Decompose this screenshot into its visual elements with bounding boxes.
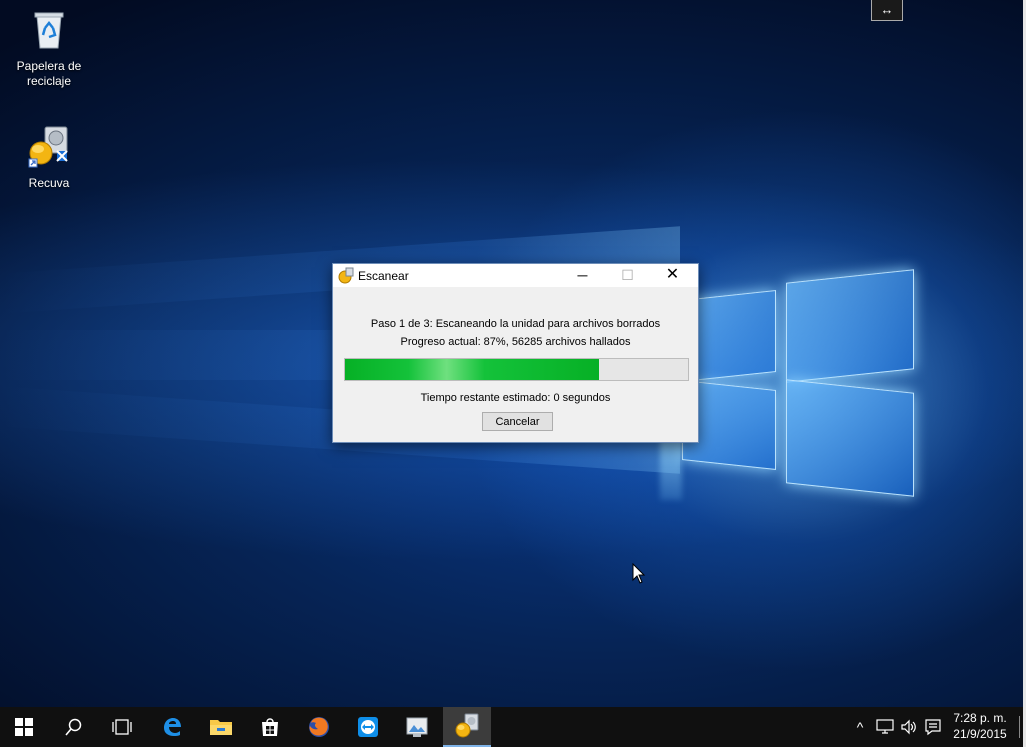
task-view-button[interactable] — [98, 707, 146, 747]
show-desktop-divider — [1018, 716, 1020, 738]
taskbar-teamviewer[interactable] — [344, 707, 392, 747]
desktop-icon-label: Recuva — [28, 176, 70, 190]
search-button[interactable] — [50, 707, 98, 747]
logo-pane-top-right — [786, 269, 914, 383]
desktop-icon-label: Papelera de reciclaje — [16, 59, 82, 88]
cancel-button[interactable]: Cancelar — [482, 412, 553, 431]
logo-pane-bottom-right — [786, 379, 914, 497]
start-button[interactable] — [0, 707, 48, 747]
image-viewer-icon — [406, 717, 428, 737]
volume-icon — [901, 719, 916, 735]
dialog-titlebar[interactable]: Escanear ─ ☐ ✕ — [333, 264, 698, 287]
show-desktop-button[interactable] — [1016, 707, 1022, 747]
taskbar-file-explorer[interactable] — [197, 707, 245, 747]
network-icon — [876, 719, 894, 734]
mouse-cursor-icon — [632, 563, 646, 584]
scan-dialog: Escanear ─ ☐ ✕ Paso 1 de 3: Escaneando l… — [332, 263, 699, 443]
teamviewer-icon — [358, 717, 378, 737]
search-icon — [65, 718, 82, 736]
taskbar-store[interactable] — [246, 707, 294, 747]
taskbar-edge[interactable] — [148, 707, 196, 747]
taskbar-firefox[interactable] — [295, 707, 343, 747]
progress-fill — [345, 359, 599, 380]
clock-date: 21/9/2015 — [953, 727, 1007, 741]
dialog-title: Escanear — [358, 269, 409, 283]
tray-overflow-chevron[interactable]: ^ — [850, 707, 870, 747]
desktop-icon-recuva[interactable]: Recuva — [4, 125, 94, 191]
taskbar-recuva[interactable] — [443, 707, 491, 747]
windows-start-icon — [15, 718, 33, 736]
minimize-button[interactable]: ─ — [560, 264, 605, 287]
scan-progress-bar — [344, 358, 689, 381]
file-explorer-icon — [210, 720, 232, 735]
recuva-taskbar-icon — [455, 713, 479, 738]
scan-progress-text: Progreso actual: 87%, 56285 archivos hal… — [400, 336, 631, 348]
recuva-title-icon — [338, 267, 354, 284]
recuva-icon — [28, 126, 68, 168]
scan-step-text: Paso 1 de 3: Escaneando la unidad para a… — [370, 318, 661, 330]
desktop-icon-recycle-bin[interactable]: Papelera de reciclaje — [4, 8, 94, 89]
desktop: Papelera de reciclaje Recuva ↔ Escanear … — [0, 0, 1026, 707]
close-button[interactable]: ✕ — [650, 264, 695, 287]
firefox-icon — [309, 717, 329, 737]
tray-network[interactable] — [874, 707, 896, 747]
edge-browser-icon — [164, 718, 181, 736]
recycle-bin-icon — [34, 12, 64, 49]
tray-volume[interactable] — [898, 707, 920, 747]
taskbar: ^ 7:28 p. m. 21/9/2015 — [0, 707, 1026, 747]
action-center-icon — [925, 719, 941, 736]
tray-action-center[interactable] — [922, 707, 944, 747]
resize-arrows-indicator[interactable]: ↔ — [871, 0, 903, 21]
taskbar-clock[interactable]: 7:28 p. m. 21/9/2015 — [946, 710, 1014, 742]
maximize-button[interactable]: ☐ — [605, 264, 650, 287]
task-view-icon — [112, 719, 132, 735]
taskbar-image-viewer[interactable] — [393, 707, 441, 747]
clock-time: 7:28 p. m. — [953, 711, 1007, 725]
remaining-time-text: Tiempo restante estimado: 0 segundos — [420, 392, 611, 404]
store-icon — [262, 718, 278, 736]
